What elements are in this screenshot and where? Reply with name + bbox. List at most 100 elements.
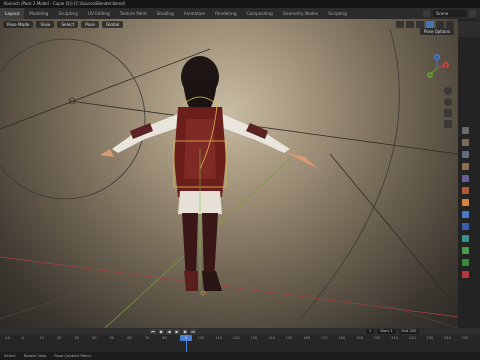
ruler-tick-label: 60 <box>127 336 132 340</box>
right-leg <box>202 213 218 281</box>
grid-line <box>329 153 458 310</box>
rendered-shading-button[interactable] <box>446 20 454 28</box>
timeline-ruler[interactable]: -100102030405060708090100110120130140150… <box>0 335 480 343</box>
view-layer-icon[interactable] <box>469 10 476 17</box>
view-layer-tab-icon[interactable] <box>462 163 469 170</box>
left-hand <box>100 149 114 157</box>
modifier-tab-icon[interactable] <box>462 211 469 218</box>
perspective-toggle-icon[interactable] <box>444 120 452 128</box>
camera-view-icon[interactable] <box>444 109 452 117</box>
playback-controls: ⏮ ◆ ◀ ▶ ◆ ⏭ <box>150 329 196 334</box>
prev-key-icon[interactable]: ◆ <box>158 329 164 334</box>
floor-line <box>0 278 121 320</box>
object-tab-icon[interactable] <box>462 199 469 206</box>
next-key-icon[interactable]: ◆ <box>182 329 188 334</box>
scene-icon[interactable] <box>423 10 430 17</box>
navigation-gizmo[interactable]: X Y Z <box>422 53 452 83</box>
ruler-tick-label: 110 <box>215 336 223 340</box>
material-tab-icon[interactable] <box>462 271 469 278</box>
ruler-tick-label: 200 <box>373 336 381 340</box>
foot-bone <box>200 290 206 296</box>
character-model[interactable] <box>100 56 318 296</box>
ruler-tick-label: 10 <box>39 336 44 340</box>
physics-tab-icon[interactable] <box>462 223 469 230</box>
workspace-tab-modeling[interactable]: Modeling <box>24 8 53 19</box>
x-axis-line <box>0 256 458 318</box>
solid-shading-button[interactable] <box>426 20 434 28</box>
data-tab-icon[interactable] <box>462 247 469 254</box>
workspace-tab-rendering[interactable]: Rendering <box>210 8 241 19</box>
render-tab-icon[interactable] <box>462 139 469 146</box>
navigation-tools <box>444 87 452 128</box>
ruler-tick-label: 160 <box>303 336 311 340</box>
workspace-tab-compositing[interactable]: Compositing <box>242 8 278 19</box>
jump-start-icon[interactable]: ⏮ <box>150 329 156 334</box>
ruler-tick-label: 120 <box>232 336 240 340</box>
status-context-menu: Pose Context Menu <box>54 353 91 358</box>
current-frame-field[interactable]: 1 <box>366 329 375 334</box>
viewport-scene <box>0 28 458 328</box>
ruler-tick-label: 0 <box>21 336 24 340</box>
select-menu[interactable]: Select <box>57 20 79 28</box>
window-title: Koenich (Pack 2 Model - Copie (5)) [C:\S… <box>4 1 126 6</box>
ruler-tick-label: 50 <box>109 336 115 340</box>
world-tab-icon[interactable] <box>462 187 469 194</box>
bone-rotation-circle <box>0 38 146 200</box>
status-select: Select <box>4 353 16 358</box>
mode-selector[interactable]: Pose Mode <box>3 20 34 28</box>
workspace-tab-uv-editing[interactable]: UV Editing <box>83 8 115 19</box>
view-menu[interactable]: View <box>36 20 55 28</box>
right-hand <box>285 152 318 169</box>
pose-menu[interactable]: Pose <box>81 20 99 28</box>
end-value: 250 <box>409 329 417 333</box>
frame-range: 1 Start 1 End 250 <box>366 329 420 334</box>
workspace-tab-geometry-nodes[interactable]: Geometry Nodes <box>278 8 323 19</box>
play-reverse-icon[interactable]: ◀ <box>166 329 172 334</box>
jump-end-icon[interactable]: ⏭ <box>190 329 196 334</box>
end-frame-field[interactable]: End 250 <box>398 329 420 334</box>
xray-toggle[interactable] <box>406 20 414 28</box>
3d-viewport[interactable]: Pose Mode View Select Pose Global Pose O… <box>0 19 458 328</box>
wireframe-shading-button[interactable] <box>416 20 424 28</box>
viewport-header: Pose Mode View Select Pose Global <box>0 19 458 29</box>
ruler-tick-label: 130 <box>250 336 258 340</box>
window-titlebar: Koenich (Pack 2 Model - Copie (5)) [C:\S… <box>0 0 480 8</box>
play-icon[interactable]: ▶ <box>174 329 180 334</box>
ruler-tick-label: 170 <box>320 336 328 340</box>
orientation-dropdown[interactable]: Global <box>102 20 124 28</box>
ruler-tick-label: -10 <box>4 336 10 340</box>
constraint-tab-icon[interactable] <box>462 235 469 242</box>
output-tab-icon[interactable] <box>462 151 469 158</box>
status-bar: Select Rotate View Pose Context Menu <box>0 352 480 360</box>
menubar-right: Scene <box>423 10 480 17</box>
shading-controls <box>396 20 458 28</box>
scene-selector[interactable]: Scene <box>433 10 466 17</box>
ruler-tick-label: 190 <box>356 336 363 340</box>
playhead-frame-label[interactable]: 1 <box>180 335 192 341</box>
tool-tab-icon[interactable] <box>462 127 469 134</box>
material-shading-button[interactable] <box>436 20 444 28</box>
workspace-tab-sculpting[interactable]: Sculpting <box>53 8 83 19</box>
scene-tab-icon[interactable] <box>462 175 469 182</box>
pose-options-button[interactable]: Pose Options <box>420 28 454 35</box>
workspace-tab-layout[interactable]: Layout <box>0 8 25 19</box>
ruler-tick-label: 30 <box>74 336 79 340</box>
workspace-tab-texture-paint[interactable]: Texture Paint <box>115 8 152 19</box>
ruler-tick-label: 220 <box>408 336 416 340</box>
workspace-tab-shading[interactable]: Shading <box>152 8 179 19</box>
floor-line <box>299 278 458 328</box>
ruler-tick-label: 250 <box>461 336 469 340</box>
ruler-tick-label: 180 <box>338 336 346 340</box>
bone-tab-icon[interactable] <box>462 259 469 266</box>
start-frame-field[interactable]: Start 1 <box>377 329 396 334</box>
timeline-editor[interactable]: ⏮ ◆ ◀ ▶ ◆ ⏭ 1 Start 1 End 250 -10 0 10 20 30… <box>0 328 480 352</box>
zoom-icon[interactable] <box>444 87 452 95</box>
status-rotate-view: Rotate View <box>23 353 47 358</box>
overlay-toggle[interactable] <box>396 20 404 28</box>
workspace-tab-animation[interactable]: Animation <box>179 8 210 19</box>
ruler-tick-label: 150 <box>285 336 293 340</box>
workspace-tab-scripting[interactable]: Scripting <box>323 8 352 19</box>
ruler-tick-label: 40 <box>92 336 97 340</box>
pan-hand-icon[interactable] <box>444 98 452 106</box>
properties-header <box>458 21 480 37</box>
